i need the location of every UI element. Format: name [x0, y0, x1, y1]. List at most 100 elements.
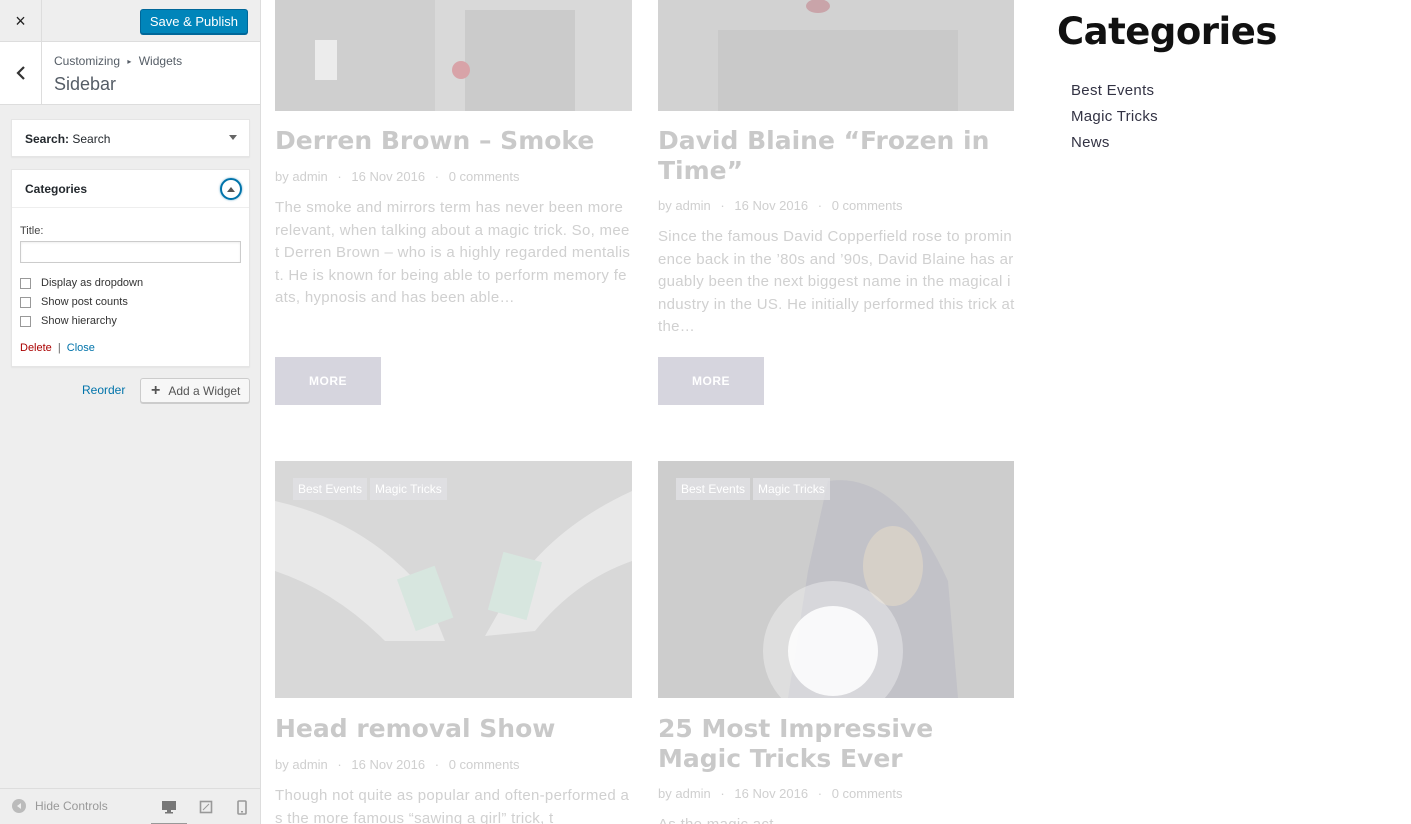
- post-date[interactable]: 16 Nov 2016: [351, 169, 425, 184]
- search-widget[interactable]: Search: Search: [11, 119, 250, 157]
- categories-heading: Categories: [1057, 10, 1277, 53]
- save-publish-button[interactable]: Save & Publish: [139, 9, 248, 34]
- desktop-icon: [162, 801, 176, 814]
- post-excerpt: As the magic act...: [658, 814, 1016, 824]
- post-author[interactable]: admin: [675, 786, 710, 801]
- meta-separator: ·: [434, 757, 440, 772]
- site-preview: Derren Brown – Smoke by admin · 16 Nov 2…: [262, 0, 1411, 824]
- breadcrumb-separator-icon: ▸: [127, 57, 132, 66]
- reorder-link[interactable]: Reorder: [82, 383, 125, 397]
- display-dropdown-checkbox[interactable]: [20, 277, 31, 289]
- customizer-footer: Hide Controls: [0, 788, 260, 824]
- post-date[interactable]: 16 Nov 2016: [734, 786, 808, 801]
- post-meta: by admin · 16 Nov 2016 · 0 comments: [275, 169, 520, 184]
- categories-widget: Categories Title: Display as dropdown Sh…: [11, 169, 250, 367]
- mobile-icon: [237, 799, 247, 815]
- post-excerpt: The smoke and mirrors term has never bee…: [275, 199, 631, 306]
- customizer-header-bar: × Save & Publish: [0, 0, 260, 42]
- post-meta: by admin · 16 Nov 2016 · 0 comments: [275, 757, 520, 772]
- option-display-as-dropdown[interactable]: Display as dropdown: [20, 277, 143, 289]
- search-widget-instance-title: Search: [72, 132, 111, 146]
- post-comments[interactable]: 0 comments: [449, 757, 520, 772]
- close-icon: ×: [15, 10, 26, 31]
- more-button[interactable]: MORE: [275, 357, 381, 405]
- post-author[interactable]: admin: [292, 169, 327, 184]
- show-post-counts-checkbox[interactable]: [20, 296, 31, 308]
- post-thumbnail[interactable]: [275, 0, 632, 111]
- post-thumbnail[interactable]: Best Events Magic Tricks: [658, 461, 1014, 698]
- category-link[interactable]: Best Events: [1071, 80, 1158, 106]
- collapse-arrow-icon: [227, 186, 235, 192]
- post-comments[interactable]: 0 comments: [449, 169, 520, 184]
- option-show-hierarchy[interactable]: Show hierarchy: [20, 315, 117, 327]
- post-comments[interactable]: 0 comments: [832, 786, 903, 801]
- option-label: Display as dropdown: [41, 277, 144, 289]
- title-field-label: Title:: [20, 225, 44, 237]
- hide-controls-label: Hide Controls: [35, 799, 108, 813]
- post-thumbnail[interactable]: Best Events Magic Tricks: [275, 461, 632, 698]
- tag-magic-tricks[interactable]: Magic Tricks: [370, 478, 447, 500]
- add-widget-button[interactable]: + Add a Widget: [140, 378, 250, 403]
- post-excerpt: Since the famous David Copperfield rose …: [658, 228, 1015, 335]
- meta-separator: ·: [720, 786, 725, 801]
- post-tags: Best Events Magic Tricks: [676, 478, 833, 500]
- title-input[interactable]: [20, 241, 241, 263]
- meta-by: by: [658, 786, 672, 801]
- post-date[interactable]: 16 Nov 2016: [734, 198, 808, 213]
- post-meta: by admin · 16 Nov 2016 · 0 comments: [658, 198, 903, 213]
- widget-actions: Delete | Close: [20, 342, 95, 354]
- breadcrumb-parent: Customizing: [54, 54, 121, 68]
- meta-by: by: [658, 198, 672, 213]
- breadcrumb-current: Widgets: [138, 54, 183, 68]
- customizer-panel: × Save & Publish Customizing ▸ Widgets S…: [0, 0, 261, 824]
- post-thumbnail[interactable]: [658, 0, 1014, 111]
- search-widget-label: Search:: [25, 132, 70, 146]
- desktop-preview-button[interactable]: [151, 797, 187, 824]
- post-excerpt: Though not quite as popular and often-pe…: [275, 787, 630, 824]
- tag-magic-tricks[interactable]: Magic Tricks: [753, 478, 830, 500]
- categories-widget-header[interactable]: Categories: [12, 170, 249, 208]
- categories-list: Best Events Magic Tricks News: [1071, 80, 1158, 158]
- option-label: Show post counts: [41, 296, 128, 308]
- post-tags: Best Events Magic Tricks: [293, 478, 450, 500]
- meta-separator: ·: [817, 786, 823, 801]
- more-button[interactable]: MORE: [658, 357, 764, 405]
- post-author[interactable]: admin: [675, 198, 710, 213]
- post-date[interactable]: 16 Nov 2016: [351, 757, 425, 772]
- expand-arrow-icon[interactable]: [229, 135, 237, 140]
- close-customizer-button[interactable]: ×: [0, 0, 42, 42]
- post-title[interactable]: 25 Most Impressive Magic Tricks Ever: [658, 714, 1016, 774]
- meta-separator: ·: [720, 198, 725, 213]
- meta-separator: ·: [337, 757, 342, 772]
- post-title[interactable]: Head removal Show: [275, 714, 632, 744]
- option-show-post-counts[interactable]: Show post counts: [20, 296, 128, 308]
- mobile-preview-button[interactable]: [232, 797, 252, 817]
- post-title[interactable]: David Blaine “Frozen in Time”: [658, 126, 1020, 186]
- delete-widget-link[interactable]: Delete: [20, 342, 52, 354]
- category-link[interactable]: Magic Tricks: [1071, 106, 1158, 132]
- tag-best-events[interactable]: Best Events: [293, 478, 368, 500]
- plus-icon: +: [151, 381, 161, 399]
- show-hierarchy-checkbox[interactable]: [20, 315, 31, 327]
- categories-widget-title: Categories: [25, 182, 88, 196]
- search-widget-title: Search: Search: [25, 132, 110, 146]
- meta-by: by: [275, 757, 289, 772]
- breadcrumb: Customizing ▸ Widgets: [54, 54, 182, 68]
- category-link[interactable]: News: [1071, 132, 1158, 158]
- post-title[interactable]: Derren Brown – Smoke: [275, 126, 632, 156]
- back-button[interactable]: [0, 42, 42, 104]
- post-author[interactable]: admin: [292, 757, 327, 772]
- meta-by: by: [275, 169, 289, 184]
- tag-best-events[interactable]: Best Events: [676, 478, 751, 500]
- collapse-toggle-button[interactable]: [220, 178, 242, 200]
- collapse-sidebar-icon: [12, 799, 26, 813]
- tablet-preview-button[interactable]: [196, 797, 216, 817]
- option-label: Show hierarchy: [41, 315, 117, 327]
- section-title: Sidebar: [54, 74, 117, 94]
- close-widget-link[interactable]: Close: [67, 342, 95, 354]
- meta-separator: ·: [337, 169, 342, 184]
- meta-separator: ·: [817, 198, 823, 213]
- hide-controls-button[interactable]: Hide Controls: [12, 799, 108, 813]
- actions-separator: |: [57, 342, 61, 354]
- post-comments[interactable]: 0 comments: [832, 198, 903, 213]
